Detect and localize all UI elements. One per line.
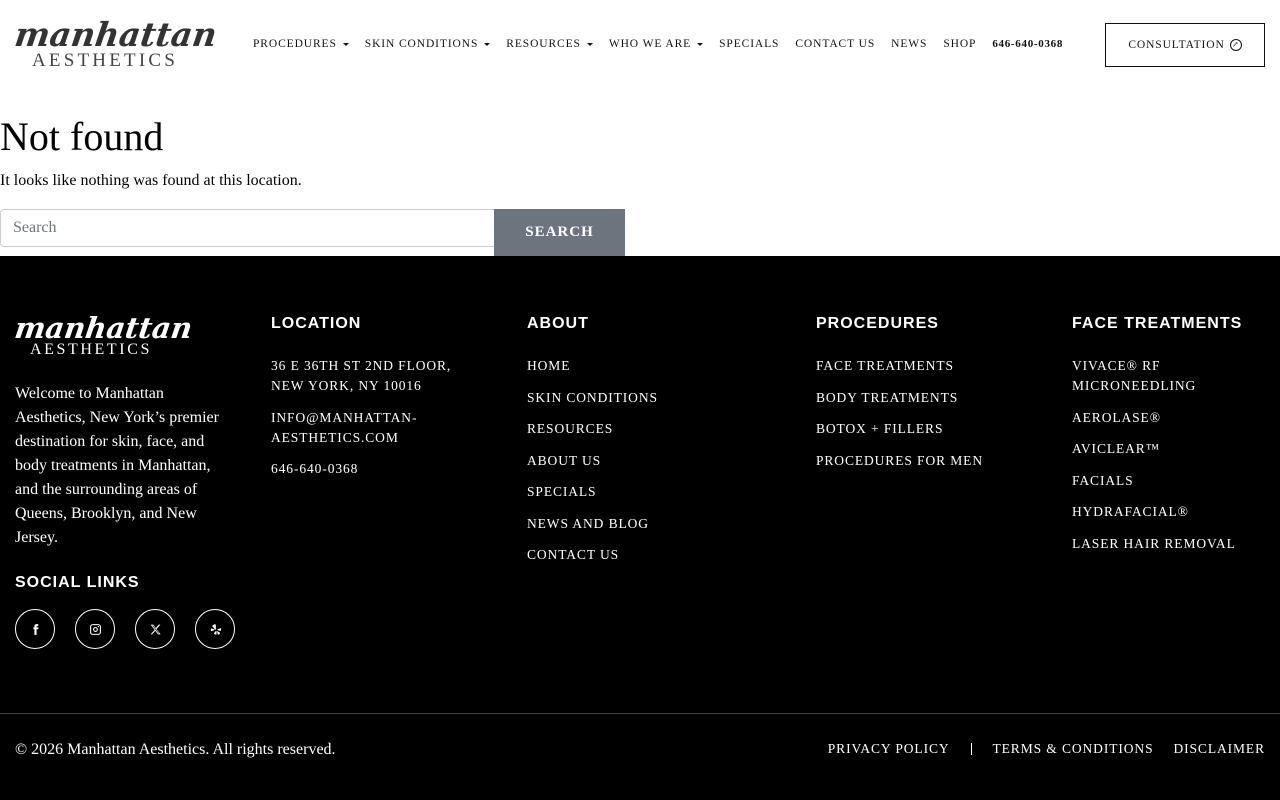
x-link[interactable]	[135, 609, 175, 649]
footer-col-title: ABOUT	[527, 315, 589, 332]
nav-item-resources[interactable]: RESOURCES	[506, 38, 593, 50]
arrow-circle-icon: ↗	[1229, 39, 1242, 51]
divider	[970, 743, 972, 755]
site-header: manhattan AESTHETICS PROCEDURES SKIN CON…	[0, 0, 1280, 88]
footer-link-news-and-blog[interactable]: NEWS AND BLOG	[527, 514, 777, 534]
search-input[interactable]	[0, 209, 496, 247]
procedures-list: FACE TREATMENTS BODY TREATMENTS BOTOX + …	[816, 356, 1056, 471]
caret-down-icon	[697, 42, 704, 46]
footer-link-skin-conditions[interactable]: SKIN CONDITIONS	[527, 388, 777, 408]
footer-link-laser-hair-removal[interactable]: LASER HAIR REMOVAL	[1072, 534, 1262, 554]
nav-label: SPECIALS	[719, 38, 780, 50]
page-title: Not found	[0, 114, 164, 159]
nav-item-who-we-are[interactable]: WHO WE ARE	[608, 38, 704, 50]
about-list: HOME SKIN CONDITIONS RESOURCES ABOUT US …	[527, 356, 777, 565]
nav-item-contact-us[interactable]: CONTACT US	[795, 38, 875, 50]
address-text: 36 E 36TH ST 2ND FLOOR, NEW YORK, NY 100…	[271, 358, 452, 393]
footer-col-title: LOCATION	[271, 315, 362, 332]
nav-item-news[interactable]: NEWS	[891, 38, 927, 50]
footer-link-aviclear[interactable]: AVICLEAR™	[1072, 439, 1262, 459]
caret-down-icon	[586, 42, 593, 46]
search-form: SEARCH	[0, 209, 625, 256]
footer-col-about: ABOUT HOME SKIN CONDITIONS RESOURCES ABO…	[527, 316, 777, 577]
nav-phone-link[interactable]: 646-640-0368	[992, 38, 1063, 50]
facebook-icon	[32, 623, 38, 635]
footer-col-title: FACE TREATMENTS	[1072, 315, 1243, 332]
footer-link-vivace[interactable]: VIVACE® RF MICRONEEDLING	[1072, 356, 1262, 396]
footer-logo[interactable]: manhattan AESTHETICS	[12, 311, 195, 360]
footer-col-location: LOCATION 36 E 36TH ST 2ND FLOOR, NEW YOR…	[271, 316, 471, 491]
not-found-message: It looks like nothing was found at this …	[0, 172, 302, 189]
footer-link-facials[interactable]: FACIALS	[1072, 471, 1262, 491]
footer-link-aerolase[interactable]: AEROLASE®	[1072, 408, 1262, 428]
nav-label: SKIN CONDITIONS	[364, 38, 479, 50]
email-link[interactable]: INFO@MANHATTAN-AESTHETICS.COM	[271, 408, 471, 448]
consultation-button[interactable]: CONSULTATION ↗	[1105, 23, 1265, 67]
footer-col-procedures: PROCEDURES FACE TREATMENTS BODY TREATMEN…	[816, 316, 1056, 482]
site-logo[interactable]: manhattan AESTHETICS	[12, 15, 220, 72]
nav-item-specials[interactable]: SPECIALS	[719, 38, 779, 50]
instagram-link[interactable]	[75, 609, 115, 649]
logo-script-text: manhattan	[12, 311, 195, 345]
footer-link-face-treatments[interactable]: FACE TREATMENTS	[816, 356, 1056, 376]
nav-label: PROCEDURES	[253, 38, 337, 50]
caret-down-icon	[484, 42, 491, 46]
instagram-icon	[89, 623, 101, 635]
search-button[interactable]: SEARCH	[494, 209, 625, 256]
social-links-title: SOCIAL LINKS	[15, 574, 140, 591]
nav-item-procedures[interactable]: PROCEDURES	[253, 38, 349, 50]
footer-link-botox-fillers[interactable]: BOTOX + FILLERS	[816, 419, 1056, 439]
footer-link-about-us[interactable]: ABOUT US	[527, 451, 777, 471]
footer-divider	[0, 713, 1280, 714]
footer-link-resources[interactable]: RESOURCES	[527, 419, 777, 439]
social-links	[15, 609, 255, 649]
consultation-label: CONSULTATION	[1128, 39, 1225, 51]
logo-sub-text: AESTHETICS	[32, 50, 178, 71]
nav-label: NEWS	[891, 38, 928, 50]
legal-links: PRIVACY POLICY TERMS & CONDITIONS DISCLA…	[828, 741, 1265, 757]
site-footer: manhattan AESTHETICS Welcome to Manhatta…	[0, 256, 1280, 800]
nav-item-skin-conditions[interactable]: SKIN CONDITIONS	[365, 38, 491, 50]
privacy-policy-link[interactable]: PRIVACY POLICY	[828, 741, 950, 757]
yelp-link[interactable]	[195, 609, 235, 649]
nav-label: WHO WE ARE	[608, 38, 692, 50]
nav-item-shop[interactable]: SHOP	[943, 38, 976, 50]
disclaimer-link[interactable]: DISCLAIMER	[1173, 741, 1265, 757]
logo-script-text: manhattan	[12, 15, 220, 54]
footer-link-hydrafacial[interactable]: HYDRAFACIAL®	[1072, 502, 1262, 522]
nav-label: SHOP	[943, 38, 977, 50]
face-treatments-list: VIVACE® RF MICRONEEDLING AEROLASE® AVICL…	[1072, 356, 1262, 554]
footer-col-face-treatments: FACE TREATMENTS VIVACE® RF MICRONEEDLING…	[1072, 316, 1262, 565]
terms-link[interactable]: TERMS & CONDITIONS	[993, 741, 1154, 757]
nav-label: RESOURCES	[506, 38, 581, 50]
caret-down-icon	[342, 42, 349, 46]
phone-link[interactable]: 646-640-0368	[271, 459, 471, 479]
copyright-text: © 2026 Manhattan Aesthetics. All rights …	[15, 741, 336, 758]
x-icon	[150, 624, 161, 634]
yelp-icon	[210, 623, 221, 635]
main-nav: PROCEDURES SKIN CONDITIONS RESOURCES WHO…	[253, 36, 1079, 52]
footer-link-contact-us[interactable]: CONTACT US	[527, 545, 777, 565]
footer-about-text: Welcome to Manhattan Aesthetics, New Yor…	[15, 385, 219, 546]
location-list: 36 E 36TH ST 2ND FLOOR, NEW YORK, NY 100…	[271, 356, 471, 479]
facebook-link[interactable]	[15, 609, 55, 649]
footer-link-procedures-for-men[interactable]: PROCEDURES FOR MEN	[816, 451, 1056, 471]
footer-col-title: PROCEDURES	[816, 315, 939, 332]
nav-label: CONTACT US	[795, 38, 876, 50]
footer-link-body-treatments[interactable]: BODY TREATMENTS	[816, 388, 1056, 408]
footer-link-specials[interactable]: SPECIALS	[527, 482, 777, 502]
footer-link-home[interactable]: HOME	[527, 356, 777, 376]
